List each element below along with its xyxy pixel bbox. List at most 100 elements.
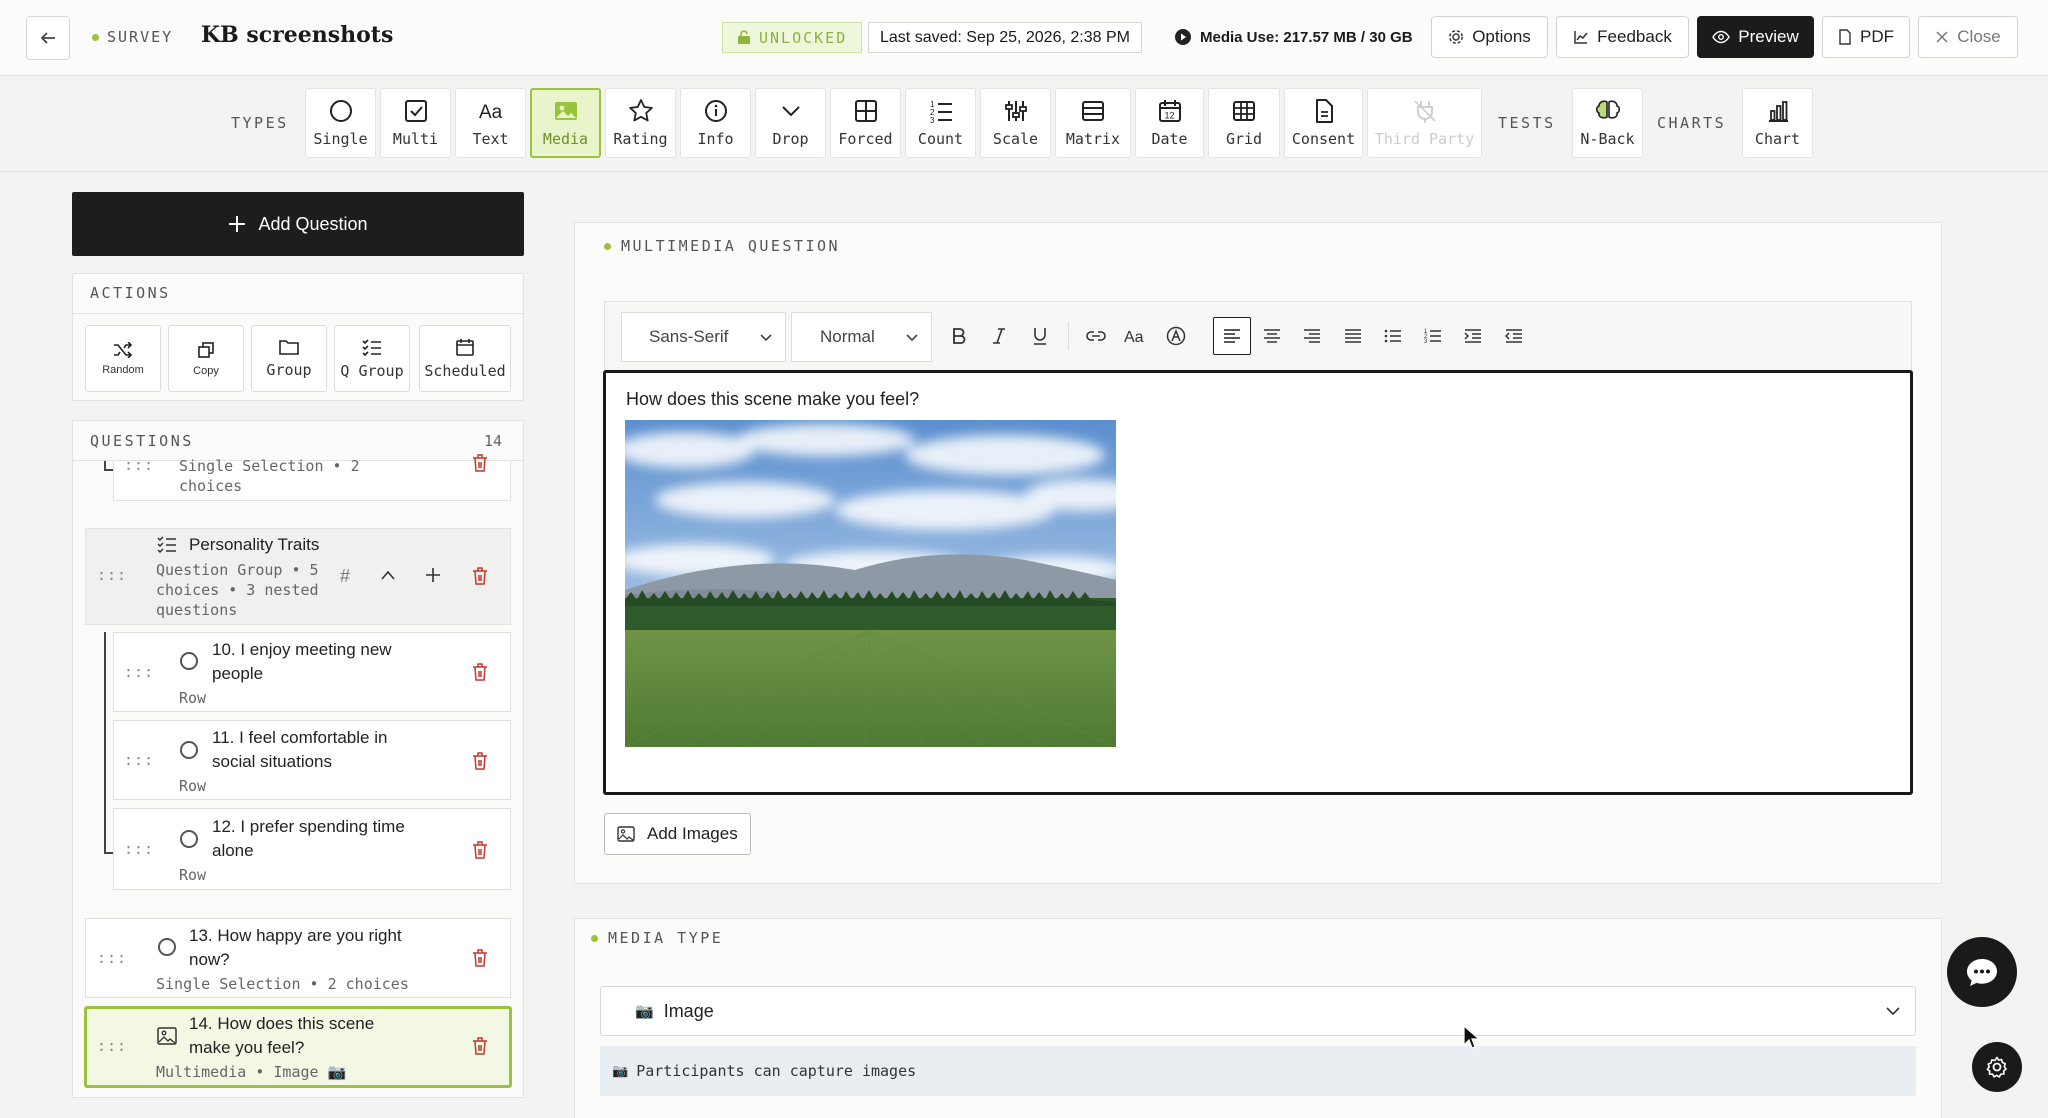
pdf-button[interactable]: PDF [1822,16,1910,58]
align-right-icon[interactable] [1298,322,1326,350]
drag-handle-icon[interactable]: ::: [124,663,154,681]
type-media[interactable]: Media [530,88,601,158]
drag-handle-icon[interactable]: ::: [124,840,154,858]
options-button[interactable]: Options [1431,16,1548,58]
text-color-icon[interactable] [1162,322,1190,350]
type-label: Forced [838,130,893,148]
scene-image[interactable] [625,420,1116,747]
type-label: Drop [772,130,809,148]
type-third-party[interactable]: Third Party [1367,88,1482,158]
action-q-group-button[interactable]: Q Group [334,325,410,392]
add-images-button[interactable]: Add Images [604,813,751,855]
trash-icon[interactable] [471,1036,489,1056]
type-text[interactable]: Aa Text [455,88,526,158]
chart-type-chart[interactable]: Chart [1742,88,1813,158]
type-rating[interactable]: Rating [605,88,676,158]
action-random-button[interactable]: Random [85,325,161,392]
question-meta: Row [179,689,207,707]
drag-handle-icon[interactable]: ::: [97,949,127,967]
back-button[interactable] [26,16,70,60]
chevron-down-icon [781,106,800,117]
bullet-list-icon[interactable] [1379,322,1407,350]
editor-question-text: How does this scene make you feel? [626,389,920,409]
plus-icon [229,216,246,232]
trash-icon[interactable] [471,751,489,771]
outdent-icon[interactable] [1500,322,1528,350]
image-icon [617,826,635,842]
type-drop[interactable]: Drop [755,88,826,158]
questions-label: QUESTIONS [90,432,194,450]
font-size-select[interactable]: Normal [791,312,932,362]
type-date[interactable]: 12 Date [1135,88,1204,158]
type-multi[interactable]: Multi [380,88,451,158]
underline-icon[interactable] [1026,322,1054,350]
folder-icon [279,339,299,355]
options-label: Options [1472,27,1531,46]
type-info[interactable]: Info [680,88,751,158]
link-icon[interactable] [1082,322,1110,350]
type-grid[interactable]: Grid [1208,88,1280,158]
camera-icon: 📷 [612,1063,629,1079]
align-justify-icon[interactable] [1339,322,1367,350]
hash-icon[interactable]: # [340,566,350,587]
feedback-label: Feedback [1597,27,1672,46]
action-group-button[interactable]: Group [251,325,327,392]
trash-icon[interactable] [471,662,489,682]
circle-icon [329,100,352,122]
preview-button[interactable]: Preview [1697,16,1814,58]
brain-icon [1595,100,1620,119]
italic-icon[interactable] [985,322,1013,350]
type-forced[interactable]: Forced [830,88,901,158]
media-type-select[interactable]: 📷 Image [600,986,1916,1036]
chevron-up-icon[interactable] [380,569,396,581]
drag-handle-icon[interactable]: ::: [124,456,154,474]
font-family-value: Sans-Serif [649,327,729,346]
type-label: Media [542,130,589,148]
type-matrix[interactable]: Matrix [1055,88,1131,158]
copy-icon [198,341,214,358]
font-size-value: Normal [820,327,875,346]
type-label: Count [917,130,964,148]
type-label: Multi [392,130,439,148]
action-scheduled-button[interactable]: Scheduled [419,325,511,392]
trash-icon[interactable] [471,453,489,473]
align-center-icon[interactable] [1258,322,1286,350]
question-meta: Row [179,866,207,884]
media-use: Media Use: 217.57 MB / 30 GB [1174,28,1413,46]
media-type-info: 📷 Participants can capture images [600,1046,1916,1096]
numbered-list-icon[interactable]: 123 [1419,322,1447,350]
test-n-back[interactable]: N-Back [1572,88,1643,158]
type-scale[interactable]: Scale [980,88,1051,158]
type-consent[interactable]: Consent [1284,88,1363,158]
action-copy-button[interactable]: Copy [168,325,244,392]
drag-handle-icon[interactable]: ::: [97,1037,127,1055]
grid-icon [854,100,877,122]
settings-button[interactable] [1972,1042,2022,1092]
feedback-button[interactable]: Feedback [1556,16,1689,58]
text-style-icon[interactable]: Aa [1122,322,1150,350]
sliders-icon [1004,101,1027,121]
plug-icon [1413,100,1436,123]
drag-handle-icon[interactable]: ::: [97,566,127,584]
preview-label: Preview [1738,27,1799,46]
align-left-icon[interactable] [1213,317,1251,355]
add-question-button[interactable]: Add Question [72,192,524,256]
trash-icon[interactable] [471,948,489,968]
trash-icon[interactable] [471,566,489,586]
close-button[interactable]: Close [1918,16,2018,58]
chat-button[interactable] [1947,937,2017,1007]
type-label: Single [313,130,368,148]
type-count[interactable]: 123 Count [905,88,976,158]
page-title[interactable]: KB screenshots [201,22,393,48]
type-single[interactable]: Single [305,88,376,158]
drag-handle-icon[interactable]: ::: [124,751,154,769]
indent-icon[interactable] [1459,322,1487,350]
font-family-select[interactable]: Sans-Serif [621,312,786,362]
plus-icon[interactable] [425,567,441,583]
gear-icon [1449,30,1464,44]
charts-label: CHARTS [1657,114,1727,132]
lock-status-badge[interactable]: UNLOCKED [722,22,863,53]
trash-icon[interactable] [471,840,489,860]
bold-icon[interactable] [945,322,973,350]
question-title: 13. How happy are you right now? [189,926,402,969]
